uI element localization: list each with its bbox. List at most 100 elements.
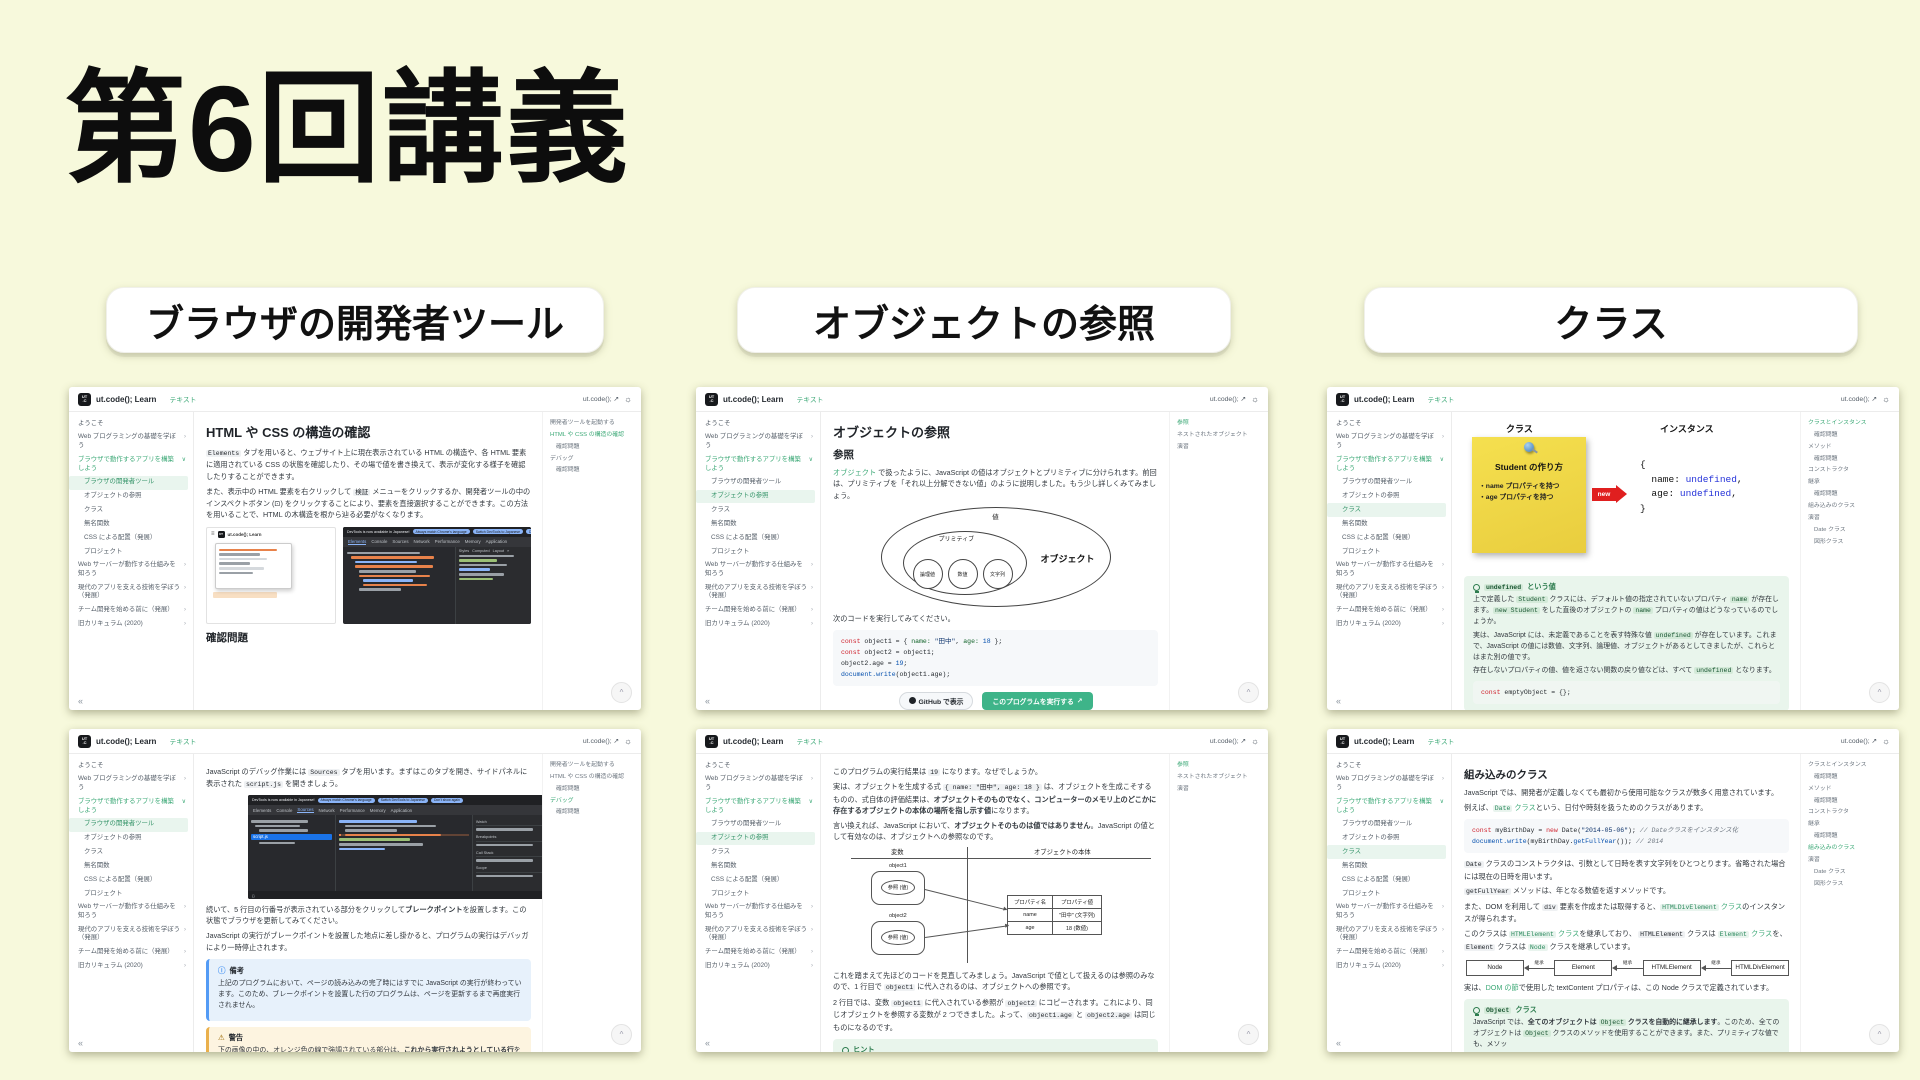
sidebar-item[interactable]: 無名関数	[696, 859, 820, 873]
nav-link-text[interactable]: テキスト	[169, 736, 196, 746]
external-site-link[interactable]: ut.code(); ↗	[1841, 395, 1877, 403]
scroll-to-top-button[interactable]: ^	[611, 682, 632, 703]
toc-item[interactable]: 確認問題	[1808, 833, 1894, 841]
sidebar-item[interactable]: CSS による配置（発展）	[696, 873, 820, 887]
sidebar-collapse-button[interactable]: «	[1336, 696, 1341, 706]
sidebar-item[interactable]: 現代のアプリを支える技術を学ぼう（発展）›	[696, 923, 820, 945]
text-link[interactable]: オブジェクト	[833, 468, 876, 477]
devtools-banner-button[interactable]: Don't show again	[431, 798, 463, 803]
sidebar-item[interactable]: ブラウザの開発者ツール	[69, 476, 188, 490]
toc-item[interactable]: ネストされたオブジェクト	[1177, 432, 1263, 440]
sidebar-item[interactable]: クラス	[69, 503, 193, 517]
sidebar-item[interactable]: Web プログラミングの基礎を学ぼう›	[69, 773, 193, 795]
devtools-tab[interactable]: Elements	[348, 539, 366, 545]
scroll-to-top-button[interactable]: ^	[611, 1024, 632, 1045]
sidebar-item[interactable]: 旧カリキュラム (2020)›	[696, 960, 820, 974]
brand-logo[interactable]: UT.C	[705, 735, 718, 748]
sidebar-collapse-button[interactable]: «	[78, 696, 83, 706]
sidebar-item[interactable]: ブラウザで動作するアプリを構築しよう∨	[69, 453, 193, 475]
toc-item[interactable]: 参照	[1177, 762, 1263, 770]
sidebar-item[interactable]: 旧カリキュラム (2020)›	[69, 618, 193, 632]
github-button[interactable]: GitHub で表示	[899, 692, 974, 710]
toc-item[interactable]: 参照	[1177, 420, 1263, 428]
sidebar-item[interactable]: チーム開発を始める前に（発展）›	[1327, 946, 1451, 960]
sidebar-collapse-button[interactable]: «	[1336, 1038, 1341, 1048]
text-link[interactable]: クラス	[1512, 803, 1535, 812]
sidebar-item[interactable]: ブラウザで動作するアプリを構築しよう∨	[1327, 453, 1451, 475]
sidebar-item[interactable]: Web サーバーが動作する仕組みを知ろう›	[1327, 901, 1451, 923]
inline-code-link[interactable]: HTMLElement	[1509, 931, 1556, 938]
run-program-button[interactable]: このプログラムを実行する↗	[982, 692, 1092, 710]
theme-toggle-icon[interactable]: ☼	[624, 394, 632, 404]
brand-logo[interactable]: UT.C	[78, 393, 91, 406]
devtools-tab[interactable]: Elements	[253, 808, 271, 813]
sidebar-item[interactable]: 無名関数	[696, 517, 820, 531]
toc-item[interactable]: コンストラクタ	[1808, 467, 1894, 475]
theme-toggle-icon[interactable]: ☼	[1251, 394, 1259, 404]
file-item-active[interactable]: script.js	[251, 834, 332, 840]
toc-item[interactable]: 図形クラス	[1808, 881, 1894, 889]
devtools-banner-button[interactable]: Switch DevTools to Japanese	[473, 529, 523, 534]
sidebar-item[interactable]: 無名関数	[1327, 517, 1451, 531]
sidebar-item[interactable]: CSS による配置（発展）	[1327, 873, 1451, 887]
devtools-banner-button[interactable]: Always match Chrome's language	[318, 798, 375, 803]
toc-item[interactable]: クラスとインスタンス	[1808, 762, 1894, 770]
toc-item[interactable]: ネストされたオブジェクト	[1177, 774, 1263, 782]
sidebar-item[interactable]: CSS による配置（発展）	[1327, 531, 1451, 545]
sidebar-item[interactable]: Web プログラミングの基礎を学ぼう›	[696, 773, 820, 795]
devtools-tab[interactable]: Memory	[370, 808, 386, 813]
external-site-link[interactable]: ut.code(); ↗	[1210, 395, 1246, 403]
sidebar-item[interactable]: ようこそ	[69, 417, 193, 431]
devtools-tab[interactable]: Sources	[392, 539, 408, 544]
toc-item[interactable]: 演習	[1177, 786, 1263, 794]
hamburger-icon[interactable]: ≡	[211, 531, 215, 537]
sidebar-item[interactable]: クラス	[69, 845, 193, 859]
theme-toggle-icon[interactable]: ☼	[624, 736, 632, 746]
toc-item[interactable]: メソッド	[1808, 786, 1894, 794]
sidebar-item[interactable]: プロジェクト	[69, 545, 193, 559]
sidebar-item[interactable]: ブラウザで動作するアプリを構築しよう∨	[1327, 795, 1451, 817]
sidebar-collapse-button[interactable]: «	[705, 696, 710, 706]
sidebar-item[interactable]: 現代のアプリを支える技術を学ぼう（発展）›	[1327, 581, 1451, 603]
devtools-tab[interactable]: Performance	[435, 539, 460, 544]
sidebar-item[interactable]: オブジェクトの参照	[69, 832, 193, 846]
sidebar-item[interactable]: オブジェクトの参照	[69, 490, 193, 504]
sidebar-item[interactable]: チーム開発を始める前に（発展）›	[69, 604, 193, 618]
nav-link-text[interactable]: テキスト	[169, 394, 196, 404]
toc-item[interactable]: コンストラクタ	[1808, 809, 1894, 817]
devtools-tab[interactable]: Application	[486, 539, 507, 544]
sidebar-item[interactable]: Web サーバーが動作する仕組みを知ろう›	[696, 901, 820, 923]
sidebar-item[interactable]: オブジェクトの参照	[1327, 490, 1451, 504]
devtools-tab[interactable]: Sources	[297, 807, 313, 813]
sidebar-item[interactable]: ブラウザで動作するアプリを構築しよう∨	[69, 795, 193, 817]
sidebar-item[interactable]: チーム開発を始める前に（発展）›	[1327, 604, 1451, 618]
sidebar-item[interactable]: ブラウザで動作するアプリを構築しよう∨	[696, 795, 820, 817]
nav-link-text[interactable]: テキスト	[796, 394, 823, 404]
sidebar-item[interactable]: 現代のアプリを支える技術を学ぼう（発展）›	[69, 581, 193, 603]
sidebar-item[interactable]: 現代のアプリを支える技術を学ぼう（発展）›	[696, 581, 820, 603]
sidebar-item[interactable]: ようこそ	[696, 417, 820, 431]
brand-logo[interactable]: UT.C	[705, 393, 718, 406]
devtools-tab[interactable]: Performance	[340, 808, 365, 813]
sidebar-item[interactable]: Web プログラミングの基礎を学ぼう›	[69, 431, 193, 453]
sidebar-item[interactable]: プロジェクト	[69, 887, 193, 901]
sidebar-item[interactable]: ようこそ	[69, 759, 193, 773]
sidebar-item[interactable]: オブジェクトの参照	[696, 832, 815, 846]
inline-code-link[interactable]: Date	[1493, 805, 1513, 812]
sidebar-item[interactable]: ようこそ	[1327, 417, 1451, 431]
toc-item[interactable]: Date クラス	[1808, 527, 1894, 535]
toc-item[interactable]: HTML や CSS の構造の確認	[550, 432, 636, 440]
sidebar-item[interactable]: 旧カリキュラム (2020)›	[1327, 618, 1451, 632]
sidebar-item[interactable]: ようこそ	[1327, 759, 1451, 773]
debugger-section-label[interactable]: Breakpoints	[476, 833, 542, 842]
toc-item[interactable]: 確認問題	[1808, 774, 1894, 782]
sidebar-item[interactable]: プロジェクト	[696, 887, 820, 901]
brand-name[interactable]: ut.code(); Learn	[96, 395, 156, 404]
sidebar-item[interactable]: 旧カリキュラム (2020)›	[696, 618, 820, 632]
devtools-banner-button[interactable]: Always match Chrome's language	[413, 529, 470, 534]
styles-subtab[interactable]: »	[507, 549, 509, 553]
sidebar-item[interactable]: ブラウザで動作するアプリを構築しよう∨	[696, 453, 820, 475]
sidebar-collapse-button[interactable]: «	[78, 1038, 83, 1048]
scroll-to-top-button[interactable]: ^	[1869, 1024, 1890, 1045]
devtools-tab[interactable]: Console	[371, 539, 387, 544]
